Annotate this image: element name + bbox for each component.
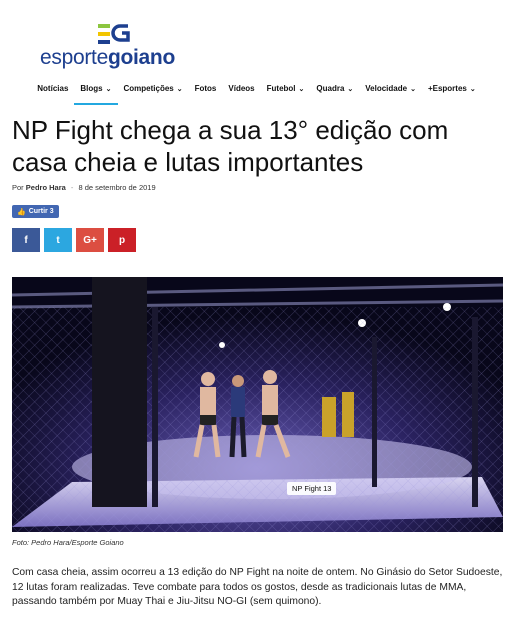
- logo-text-bold: goiano: [107, 46, 175, 69]
- nav-label: Futebol: [266, 84, 296, 93]
- nav-item-fotos[interactable]: Fotos: [189, 80, 223, 102]
- logo-wordmark: esportegoiano: [40, 46, 175, 70]
- chevron-down-icon: ⌄: [176, 86, 183, 93]
- chevron-down-icon: ⌄: [469, 86, 476, 93]
- article-date: 8 de setembro de 2019: [78, 183, 156, 192]
- nav-label: Velocidade: [365, 84, 408, 93]
- thumbs-up-icon: 👍: [17, 208, 26, 216]
- nav-label: Notícias: [37, 84, 69, 93]
- article-byline: Por Pedro Hara - 8 de setembro de 2019: [12, 183, 156, 192]
- share-google-plus-button[interactable]: G+: [76, 228, 104, 252]
- chevron-down-icon: ⌄: [410, 86, 416, 93]
- share-facebook-button[interactable]: f: [12, 228, 40, 252]
- chevron-down-icon: ⌄: [298, 86, 305, 93]
- nav-label: Competições: [123, 84, 174, 93]
- nav-item-videos[interactable]: Vídeos: [222, 80, 260, 102]
- article-body: Com casa cheia, assim ocorreu a 13 ediçã…: [12, 567, 503, 607]
- google-plus-icon: G+: [83, 234, 97, 246]
- nav-item-mais-esportes[interactable]: +Esportes ⌄: [422, 80, 482, 102]
- nav-label: Blogs: [80, 84, 103, 93]
- nav-label: Fotos: [194, 84, 217, 93]
- article-photo: NP Fight 13: [12, 277, 503, 532]
- nav-item-velocidade[interactable]: Velocidade ⌄: [359, 80, 422, 102]
- byline-separator: -: [70, 183, 74, 192]
- nav-item-quadra[interactable]: Quadra ⌄: [310, 80, 359, 102]
- nav-label: +Esportes: [427, 84, 467, 93]
- facebook-icon: f: [24, 234, 28, 246]
- share-buttons: f t G+ p: [12, 228, 136, 252]
- nav-label: Vídeos: [228, 84, 255, 93]
- cage-fight-photo: [12, 277, 503, 532]
- pinterest-icon: p: [118, 234, 126, 246]
- like-label: Curtir 3: [28, 208, 54, 215]
- logo-mark-icon: [98, 24, 130, 44]
- nav-label: Quadra: [316, 84, 345, 93]
- nav-item-blogs[interactable]: Blogs ⌄: [74, 80, 118, 105]
- twitter-icon: t: [56, 234, 60, 246]
- logo-text-light: esporte: [40, 46, 108, 69]
- share-twitter-button[interactable]: t: [44, 228, 72, 252]
- photo-label: NP Fight 13: [287, 482, 337, 495]
- nav-item-competicoes[interactable]: Competições ⌄: [118, 80, 189, 102]
- nav-item-futebol[interactable]: Futebol ⌄: [261, 80, 311, 102]
- article-title: NP Fight chega a sua 13° edição com casa…: [12, 115, 449, 177]
- photo-caption: Foto: Pedro Hara/Esporte Goiano: [12, 538, 124, 547]
- facebook-like-button[interactable]: 👍 Curtir 3: [12, 205, 59, 218]
- author-link[interactable]: Pedro Hara: [26, 183, 66, 192]
- share-pinterest-button[interactable]: p: [108, 228, 136, 252]
- chevron-down-icon: ⌄: [105, 86, 112, 93]
- nav-item-noticias[interactable]: Notícias: [31, 80, 74, 102]
- chevron-down-icon: ⌄: [347, 86, 354, 93]
- byline-prefix: Por: [12, 183, 24, 192]
- site-logo[interactable]: esportegoiano: [40, 22, 200, 72]
- main-nav: Notícias Blogs ⌄ Competições ⌄ Fotos Vídeo…: [0, 80, 513, 105]
